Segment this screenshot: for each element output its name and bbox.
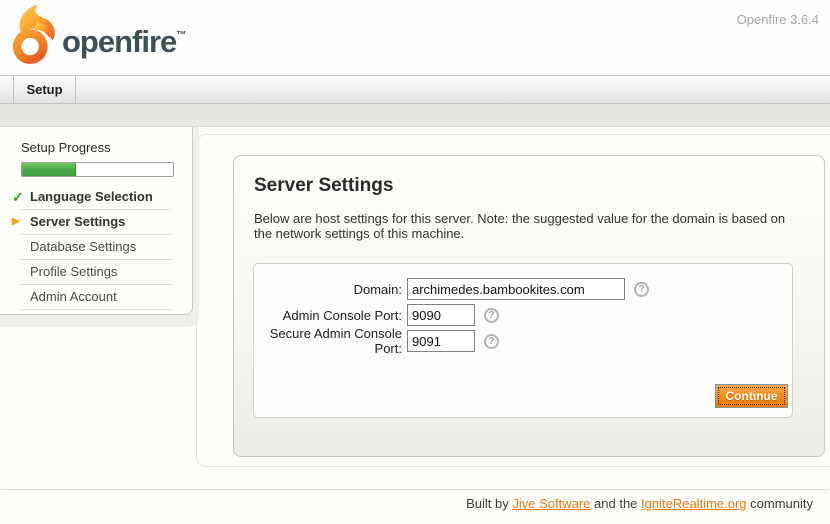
- sidebar-item-label: Admin Account: [30, 289, 117, 304]
- sidebar-item-admin-account[interactable]: Admin Account: [0, 285, 192, 309]
- form-row-domain: Domain: ?: [254, 278, 792, 300]
- sidebar-item-server-settings[interactable]: ▶ Server Settings: [0, 210, 192, 234]
- main-panel: Server Settings Below are host settings …: [233, 155, 825, 457]
- domain-label: Domain:: [254, 282, 402, 297]
- page-description: Below are host settings for this server.…: [254, 211, 804, 241]
- form-row-admin-console-port: Admin Console Port: ?: [254, 304, 792, 326]
- setup-steps-nav: ✓ Language Selection ▶ Server Settings D…: [0, 185, 192, 310]
- footer-text: community: [747, 496, 813, 511]
- domain-input[interactable]: [407, 278, 625, 300]
- help-icon[interactable]: ?: [634, 282, 649, 297]
- arrow-right-icon: ▶: [12, 210, 28, 234]
- sidebar-item-profile-settings[interactable]: Profile Settings: [0, 260, 192, 284]
- toolbar-strip: [0, 104, 830, 127]
- server-settings-form: Domain: ? Admin Console Port: ? Secure A…: [253, 263, 793, 418]
- admin-console-port-label: Admin Console Port:: [254, 308, 402, 323]
- sidebar-item-database-settings[interactable]: Database Settings: [0, 235, 192, 259]
- setup-progress-fill: [22, 163, 76, 176]
- footer-text: Built by: [466, 496, 512, 511]
- openfire-flame-logo-icon: [8, 3, 62, 67]
- secure-admin-console-port-input[interactable]: [407, 330, 475, 352]
- check-icon: ✓: [12, 185, 28, 209]
- igniterealtime-link[interactable]: IgniteRealtime.org: [641, 496, 747, 511]
- openfire-wordmark: openfire™: [62, 24, 186, 60]
- help-icon[interactable]: ?: [484, 334, 499, 349]
- secure-admin-console-port-label: Secure Admin Console Port:: [254, 326, 402, 356]
- sidebar-item-label: Server Settings: [30, 214, 125, 229]
- version-label: Openfire 3.6.4: [737, 12, 819, 27]
- divider: [21, 309, 172, 310]
- tab-bar: Setup: [0, 75, 830, 104]
- sidebar-item-label: Database Settings: [30, 239, 136, 254]
- page-title: Server Settings: [254, 175, 824, 197]
- tab-setup[interactable]: Setup: [13, 76, 76, 103]
- setup-progress-bar: [21, 162, 174, 177]
- trademark-symbol: ™: [176, 30, 186, 41]
- setup-progress-title: Setup Progress: [0, 140, 192, 155]
- footer-divider: [2, 489, 828, 490]
- openfire-setup-page: { "header": { "logo_text": "openfire", "…: [0, 0, 830, 524]
- help-icon[interactable]: ?: [484, 308, 499, 323]
- setup-progress-panel: Setup Progress ✓ Language Selection ▶ Se…: [0, 127, 193, 315]
- sidebar-item-label: Language Selection: [30, 189, 153, 204]
- sidebar-item-label: Profile Settings: [30, 264, 117, 279]
- admin-console-port-input[interactable]: [407, 304, 475, 326]
- header: openfire™ Openfire 3.6.4: [0, 0, 830, 75]
- sidebar-item-language-selection[interactable]: ✓ Language Selection: [0, 185, 192, 209]
- continue-button[interactable]: Continue: [715, 384, 788, 408]
- footer-text: and the: [590, 496, 641, 511]
- footer-credit: Built by Jive Software and the IgniteRea…: [466, 496, 813, 511]
- form-row-secure-admin-console-port: Secure Admin Console Port: ?: [254, 330, 792, 352]
- jive-software-link[interactable]: Jive Software: [512, 496, 590, 511]
